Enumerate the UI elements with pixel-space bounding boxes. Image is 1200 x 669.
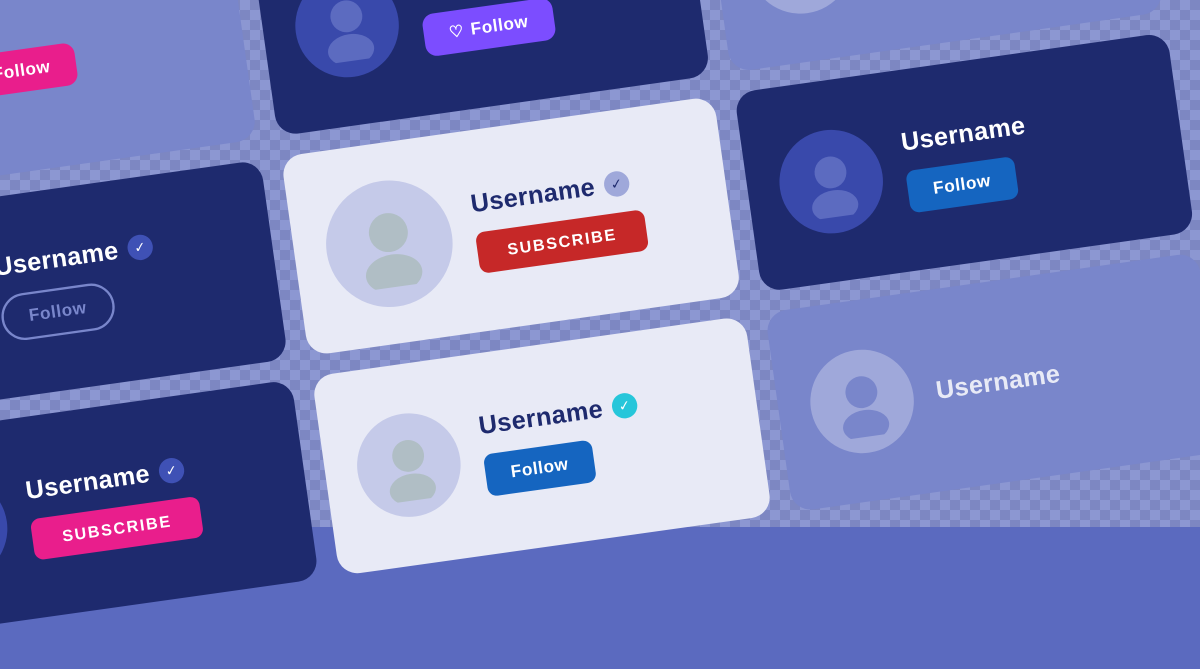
card-content: Username ✓ SUBSCRIBE	[24, 441, 280, 560]
username-row: Username ✓	[477, 377, 725, 441]
username-row: Username	[899, 94, 1147, 158]
follow-button[interactable]: Follow	[0, 42, 78, 99]
verified-icon: ✓	[610, 392, 639, 421]
follow-button[interactable]: Follow	[483, 440, 597, 497]
username-text: Username	[24, 458, 152, 505]
card-content: Username Follow	[899, 94, 1155, 214]
cards-grid: Follow Username ✓ Follow	[0, 0, 1200, 640]
card-mid-left: Username ✓ Follow	[0, 160, 288, 420]
verified-icon: ✓	[157, 456, 186, 485]
card-content: Username ✓ Follow	[415, 0, 671, 57]
follow-label: Follow	[469, 12, 529, 39]
avatar	[773, 123, 890, 240]
subscribe-button[interactable]: SUBSCRIBE	[30, 495, 204, 560]
card-content: Username ✓ Follow	[0, 219, 249, 343]
card-bot-left: Username ✓ SUBSCRIBE	[0, 379, 319, 639]
avatar	[289, 0, 406, 83]
username-text: Username	[899, 111, 1027, 158]
card-mid-right: Username Follow	[734, 32, 1195, 292]
avatar	[742, 0, 859, 20]
subscribe-button[interactable]: SUBSCRIBE	[475, 209, 649, 274]
username-text: Username	[0, 236, 120, 283]
username-row: Username ✓	[24, 441, 272, 505]
card-mid-center: Username ✓ SUBSCRIBE	[281, 96, 742, 356]
avatar	[804, 342, 921, 459]
card-bot-right: Username	[765, 252, 1200, 512]
heart-icon	[448, 21, 466, 42]
card-content: Username ✓ SUBSCRIBE	[469, 158, 702, 273]
follow-button[interactable]: Follow	[905, 156, 1019, 213]
card-content: Username ✓ Follow	[477, 377, 733, 497]
card-content: Username	[934, 341, 1182, 405]
card-content: Follow	[0, 23, 214, 99]
avatar	[318, 172, 461, 315]
username-text: Username	[934, 358, 1062, 405]
username-text: Username	[469, 172, 597, 219]
scene-container: Follow Username ✓ Follow	[0, 0, 1200, 660]
username-text: Username	[477, 394, 605, 441]
follow-button[interactable]: Follow	[421, 0, 556, 57]
card-bot-center: Username ✓ Follow	[312, 316, 773, 576]
verified-icon: ✓	[602, 169, 631, 198]
verified-icon: ✓	[126, 233, 155, 262]
username-row: Username ✓	[469, 158, 694, 219]
username-row: Username ✓	[0, 219, 240, 283]
username-row: Username	[934, 341, 1182, 405]
follow-button[interactable]: Follow	[0, 281, 117, 343]
avatar	[350, 406, 467, 523]
avatar	[0, 470, 14, 587]
